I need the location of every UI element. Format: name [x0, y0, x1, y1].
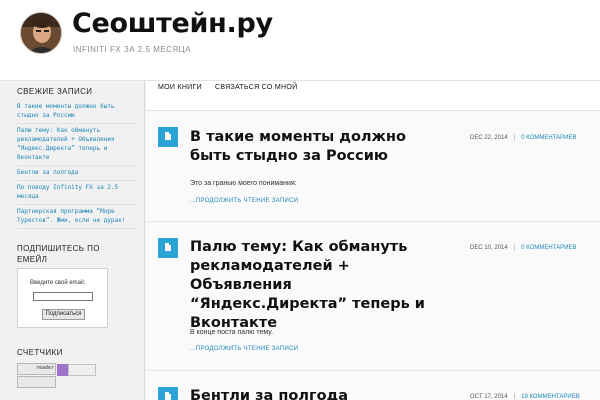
stats-counter[interactable]: [17, 376, 56, 388]
feed-counter-icon[interactable]: [57, 364, 68, 376]
reader-counter[interactable]: reader: [17, 363, 56, 375]
email-field[interactable]: [33, 292, 93, 301]
post-date: DEC 10, 2014: [470, 245, 508, 251]
counter-label: reader: [36, 365, 55, 371]
post-date: OCT 17, 2014: [470, 394, 508, 400]
nav-item-books[interactable]: МОИ КНИГИ: [158, 84, 202, 91]
subscribe-form: Введите свой email: Подписаться: [17, 268, 108, 328]
post-comments-link[interactable]: 19 КОММЕНТАРИЕВ: [521, 394, 580, 400]
post-date: DEC 22, 2014: [470, 135, 508, 141]
post-excerpt: Это за гранью моего понимания:: [190, 180, 297, 187]
subscribe-title-line2: ЕМЕЙЛ: [17, 255, 48, 264]
avatar-photo: [21, 13, 61, 53]
post-title[interactable]: Бентли за полгода: [190, 387, 450, 400]
recent-post-link[interactable]: По поводу Infinity FX за 2.5 месяца: [17, 181, 137, 205]
subscribe-label: Введите свой email:: [30, 280, 86, 286]
post-excerpt: В конце поста палю тему.: [190, 329, 274, 336]
recent-post-link[interactable]: Бентли за полгода: [17, 166, 137, 181]
site-tagline: INFINITI FX ЗА 2.5 МЕСЯЦА: [73, 45, 191, 54]
recent-posts-list: В такие моменты должно быть стыдно за Ро…: [17, 100, 137, 229]
post-title[interactable]: Палю тему: Как обмануть рекламодателей +…: [190, 238, 450, 333]
post-meta: OCT 17, 2014 | 19 КОММЕНТАРИЕВ: [470, 394, 580, 400]
read-more-link[interactable]: ...ПРОДОЛЖИТЬ ЧТЕНИЕ ЗАПИСИ: [190, 346, 298, 352]
recent-post-link[interactable]: Палю тему: Как обмануть рекламодателей +…: [17, 124, 137, 166]
post-document-icon: [158, 387, 178, 400]
nav-item-contact[interactable]: СВЯЗАТЬСЯ СО МНОЙ: [215, 84, 297, 91]
post-comments-link[interactable]: 0 КОММЕНТАРИЕВ: [521, 245, 576, 251]
post-divider: [146, 370, 600, 371]
post-document-icon: [158, 238, 178, 258]
read-more-link[interactable]: ...ПРОДОЛЖИТЬ ЧТЕНИЕ ЗАПИСИ: [190, 198, 298, 204]
subscribe-button[interactable]: Подписаться: [42, 309, 85, 320]
post-document-icon: [158, 127, 178, 147]
recent-post-link[interactable]: Партнерская программа “Море Турестов”. Ж…: [17, 205, 137, 229]
recent-post-link[interactable]: В такие моменты должно быть стыдно за Ро…: [17, 100, 137, 124]
counters-title: СЧЕТЧИКИ: [17, 348, 63, 357]
post-comments-link[interactable]: 0 КОММЕНТАРИЕВ: [521, 135, 576, 141]
site-title[interactable]: Сеоштейн.ру: [72, 8, 273, 39]
feed-counter[interactable]: [68, 364, 96, 376]
post-divider: [146, 221, 600, 222]
post-meta: DEC 10, 2014 | 0 КОММЕНТАРИЕВ: [470, 245, 577, 251]
subscribe-title-line1: ПОДПИШИТЕСЬ ПО: [17, 244, 100, 253]
recent-posts-title: СВЕЖИЕ ЗАПИСИ: [17, 87, 93, 96]
post-title[interactable]: В такие моменты должно быть стыдно за Ро…: [190, 128, 450, 166]
post-meta: DEC 22, 2014 | 0 КОММЕНТАРИЕВ: [470, 135, 577, 141]
avatar[interactable]: [20, 12, 62, 54]
